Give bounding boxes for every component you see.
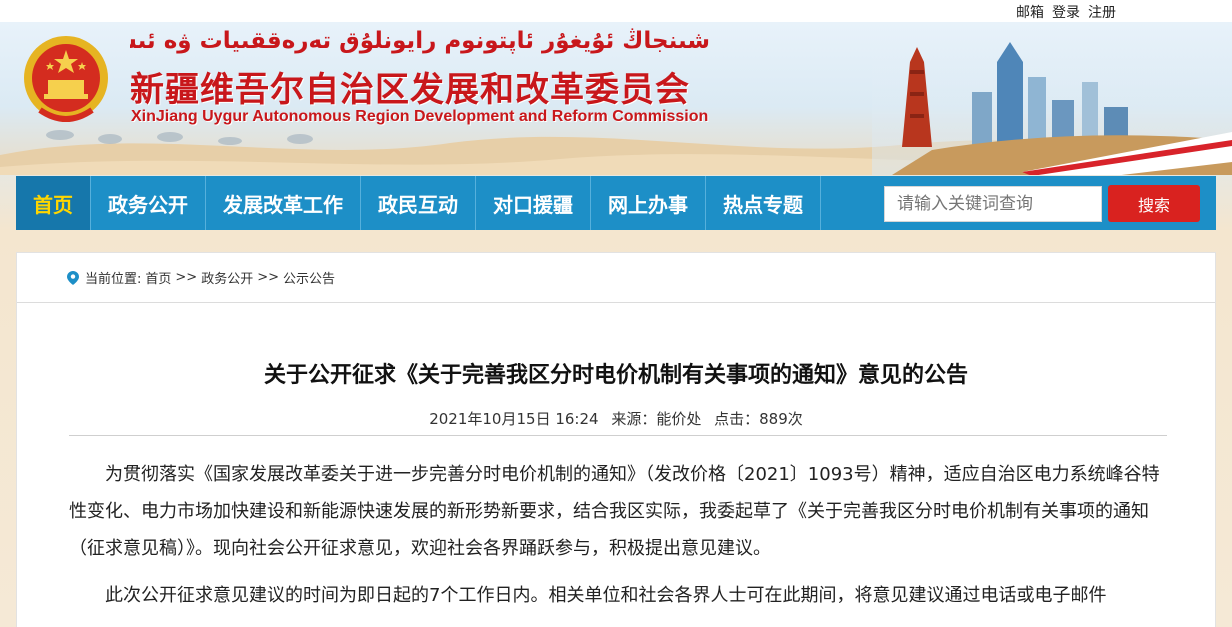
article-title: 关于公开征求《关于完善我区分时电价机制有关事项的通知》意见的公告: [263, 363, 968, 388]
breadcrumb-home[interactable]: 首页: [145, 268, 171, 287]
login-link[interactable]: 登录: [1052, 2, 1080, 22]
nav-item-xinjiang-aid[interactable]: 对口援疆: [476, 176, 591, 230]
article-body: 为贯彻落实《国家发展改革委关于进一步完善分时电价机制的通知》（发改价格〔2021…: [69, 456, 1167, 624]
header-title-english: XinJiang Uygur Autonomous Region Develop…: [131, 108, 709, 125]
header-title-chinese: 新疆维吾尔自治区发展和改革委员会: [130, 70, 690, 110]
nav-item-home[interactable]: 首页: [16, 176, 91, 230]
article-source: 来源：能价处: [611, 410, 702, 428]
header-title-uyghur: شىنجاڭ ئۇيغۇر ئاپتونوم رايونلۇق تەرەققىي…: [130, 28, 710, 54]
nav-item-hot-topics[interactable]: 热点专题: [706, 176, 821, 230]
breadcrumb-separator: >>: [175, 270, 198, 285]
content-panel: 当前位置: 首页 >> 政务公开 >> 公示公告 关于公开征求《关于完善我区分时…: [16, 252, 1216, 627]
mail-link[interactable]: 邮箱: [1016, 2, 1044, 22]
search-button[interactable]: 搜索: [1108, 185, 1200, 222]
breadcrumb: 当前位置: 首页 >> 政务公开 >> 公示公告: [17, 253, 1215, 303]
article-clicks: 点击：889次: [714, 410, 803, 428]
title-divider: [69, 435, 1167, 436]
search-input[interactable]: [884, 186, 1102, 222]
article-paragraph: 此次公开征求意见建议的时间为即日起的7个工作日内。相关单位和社会各界人士可在此期…: [105, 585, 1107, 606]
header-banner: شىنجاڭ ئۇيغۇر ئاپتونوم رايونلۇق تەرەققىي…: [0, 22, 1232, 175]
nav-item-development-reform[interactable]: 发展改革工作: [206, 176, 361, 230]
article-meta: 2021年10月15日 16:24 来源：能价处 点击：889次: [17, 408, 1215, 429]
breadcrumb-announcements[interactable]: 公示公告: [283, 268, 335, 287]
breadcrumb-prefix: 当前位置:: [85, 272, 142, 287]
nav-item-public-interaction[interactable]: 政民互动: [361, 176, 476, 230]
main-navigation: 首页 政务公开 发展改革工作 政民互动 对口援疆 网上办事 热点专题 搜索: [16, 176, 1216, 230]
article-date: 2021年10月15日 16:24: [429, 410, 599, 428]
city-skyline-illustration: [872, 22, 1232, 175]
article-paragraph: 为贯彻落实《国家发展改革委关于进一步完善分时电价机制的通知》（发改价格〔2021…: [69, 464, 1160, 559]
top-utility-bar: 邮箱 登录 注册: [0, 0, 1232, 22]
top-links: 邮箱 登录 注册: [1016, 2, 1116, 22]
register-link[interactable]: 注册: [1088, 2, 1116, 22]
breadcrumb-government-affairs[interactable]: 政务公开: [201, 268, 253, 287]
breadcrumb-separator: >>: [257, 270, 280, 285]
national-emblem-icon: [24, 36, 108, 122]
nav-item-government-affairs[interactable]: 政务公开: [91, 176, 206, 230]
location-pin-icon: [67, 270, 79, 285]
nav-item-online-services[interactable]: 网上办事: [591, 176, 706, 230]
